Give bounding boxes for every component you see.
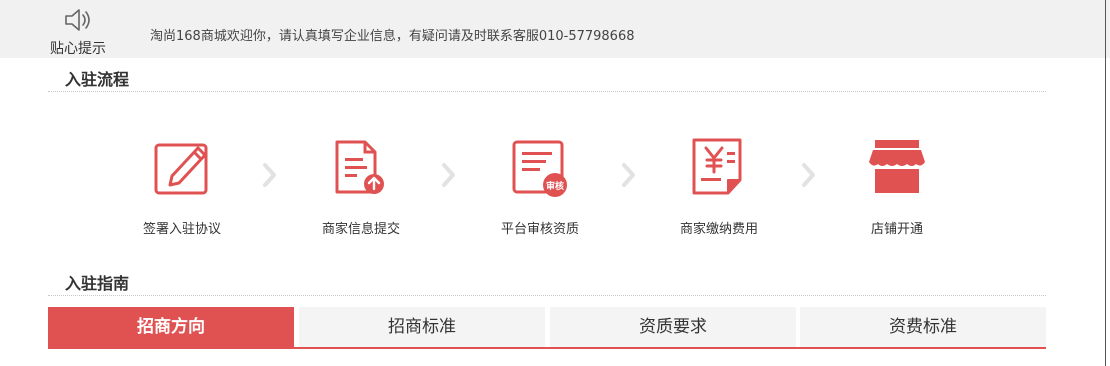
yuan-receipt-icon xyxy=(692,138,742,195)
tab-investment-direction[interactable]: 招商方向 xyxy=(48,307,294,347)
step-submit-info: 商家信息提交 xyxy=(291,136,431,237)
step-label: 商家缴纳费用 xyxy=(679,222,758,237)
chevron-right-icon xyxy=(263,163,276,187)
review-icon: 审核 xyxy=(512,140,567,197)
process-divider xyxy=(48,91,1046,92)
notice-bar: 贴心提示 淘尚168商城欢迎你，请认真填写企业信息，有疑问请及时联系客服010-… xyxy=(0,0,1110,58)
tab-qualification-requirements[interactable]: 资质要求 xyxy=(550,307,796,347)
step-label: 平台审核资质 xyxy=(500,222,579,237)
guide-divider xyxy=(48,295,1046,296)
window-edge xyxy=(1105,0,1106,366)
guide-tabs: 招商方向 招商标准 资质要求 资费标准 xyxy=(48,307,1046,349)
review-badge-text: 审核 xyxy=(546,180,564,192)
store-icon xyxy=(869,140,925,193)
notice-label: 贴心提示 xyxy=(50,41,106,57)
step-review: 审核 平台审核资质 xyxy=(470,136,610,237)
step-open-store: 店铺开通 xyxy=(827,136,967,237)
document-upload-icon xyxy=(335,140,384,194)
chevron-right-icon xyxy=(802,163,815,187)
chevron-right-icon xyxy=(622,163,635,187)
tab-fee-standard[interactable]: 资费标准 xyxy=(800,307,1046,347)
guide-title: 入驻指南 xyxy=(65,274,130,293)
step-label: 签署入驻协议 xyxy=(142,222,221,237)
tab-investment-standard[interactable]: 招商标准 xyxy=(299,307,545,347)
notice-message: 淘尚168商城欢迎你，请认真填写企业信息，有疑问请及时联系客服010-57798… xyxy=(150,29,635,44)
step-payment: 商家缴纳费用 xyxy=(649,136,789,237)
step-sign-agreement: 签署入驻协议 xyxy=(112,136,252,237)
chevron-right-icon xyxy=(442,163,455,187)
speaker-icon xyxy=(65,9,90,31)
edit-icon xyxy=(154,143,208,195)
step-label: 商家信息提交 xyxy=(321,222,400,237)
step-label: 店铺开通 xyxy=(870,222,923,237)
process-title: 入驻流程 xyxy=(65,70,130,89)
